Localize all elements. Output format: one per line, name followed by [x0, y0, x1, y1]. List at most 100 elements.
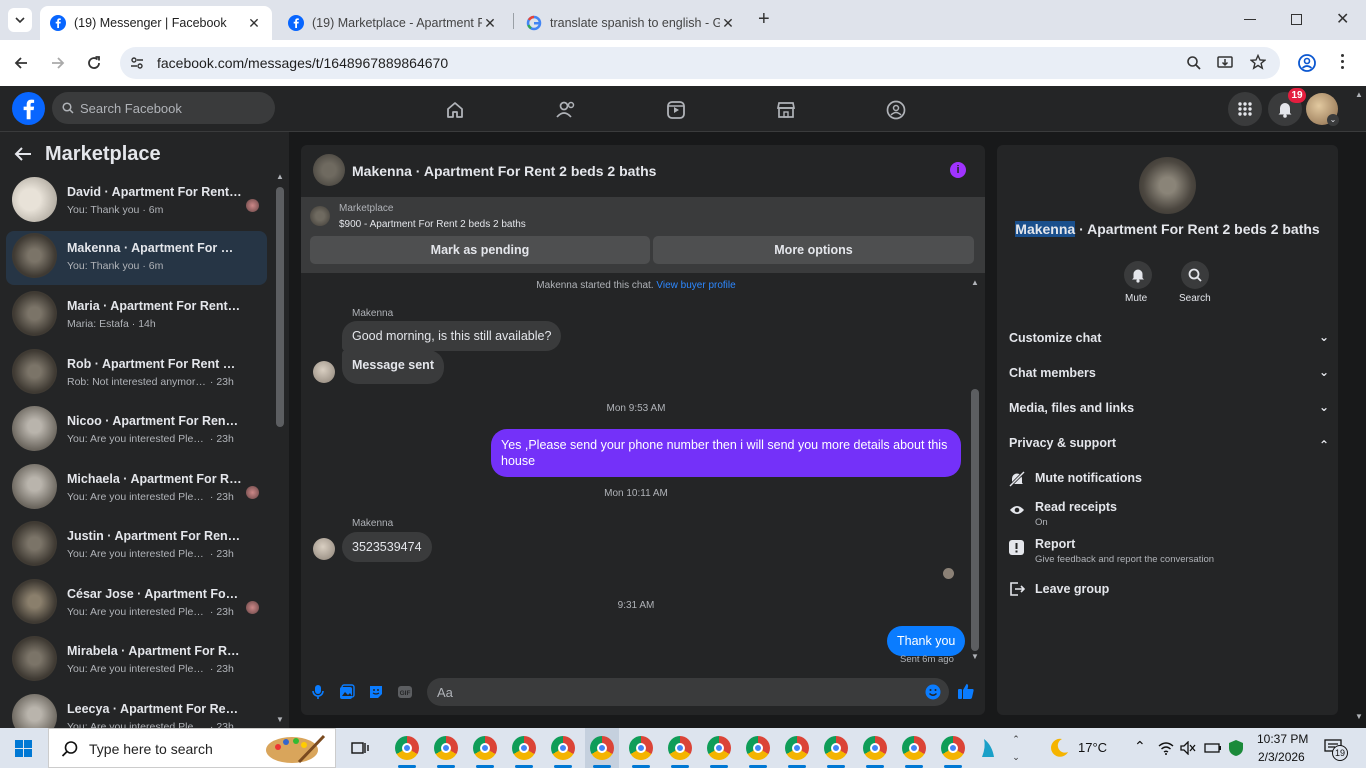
like-icon[interactable] — [957, 682, 975, 700]
sender-avatar[interactable] — [313, 538, 335, 560]
zoom-icon[interactable] — [1186, 55, 1202, 71]
profile-icon[interactable] — [1298, 54, 1316, 72]
bookmark-star-icon[interactable] — [1250, 54, 1266, 70]
wifi-icon[interactable] — [1158, 741, 1174, 755]
scroll-up-icon[interactable]: ▲ — [971, 278, 979, 287]
facebook-search[interactable]: Search Facebook — [52, 92, 275, 124]
microphone-icon[interactable] — [311, 684, 325, 700]
message-bubble-outgoing[interactable]: Thank you — [887, 626, 966, 656]
chrome-taskbar-icon[interactable] — [741, 728, 775, 768]
watch-icon[interactable] — [666, 100, 686, 120]
menu-button[interactable] — [1228, 92, 1262, 126]
mute-button[interactable] — [1124, 261, 1152, 289]
chrome-taskbar-icon[interactable] — [585, 728, 619, 768]
emoji-icon[interactable] — [925, 684, 941, 700]
friends-icon[interactable] — [555, 100, 577, 120]
chrome-taskbar-icon[interactable] — [897, 728, 931, 768]
chrome-taskbar-icon[interactable] — [936, 728, 970, 768]
clock-date[interactable]: 2/3/2026 — [1258, 750, 1305, 764]
close-window-button[interactable]: ✕ — [1336, 9, 1349, 29]
chrome-taskbar-icon[interactable] — [858, 728, 892, 768]
message-bubble-incoming[interactable]: Message sent — [342, 350, 444, 384]
conversation-item[interactable]: Nicoo · Apartment For Rent 2 b... You: Ar… — [6, 404, 267, 458]
section-chat-members[interactable]: Chat members ⌄ — [1009, 365, 1329, 380]
forward-icon[interactable] — [50, 55, 66, 71]
chrome-taskbar-icon[interactable] — [468, 728, 502, 768]
tab-marketplace[interactable]: (19) Marketplace - Apartment F ✕ — [278, 6, 508, 40]
windows-start-icon[interactable] — [15, 740, 32, 757]
reload-icon[interactable] — [86, 55, 102, 71]
conversation-list-scrollbar[interactable] — [276, 187, 284, 427]
message-input[interactable]: Aa — [427, 678, 949, 706]
page-scrollbar[interactable] — [1357, 92, 1363, 732]
clock-time[interactable]: 10:37 PM — [1257, 732, 1308, 746]
gif-icon[interactable]: GIF — [397, 684, 413, 700]
message-bubble-outgoing[interactable]: Yes ,Please send your phone number then … — [491, 429, 961, 477]
tab-list-button[interactable] — [8, 8, 32, 32]
leave-group-item[interactable]: Leave group — [1009, 581, 1329, 603]
chrome-taskbar-icon[interactable] — [702, 728, 736, 768]
conversation-item[interactable]: David · Apartment For Rent 2... You: Than… — [6, 175, 267, 229]
page-scroll-up-icon[interactable]: ▲ — [1355, 90, 1363, 99]
section-media-files-links[interactable]: Media, files and links ⌄ — [1009, 400, 1329, 415]
mute-notifications-item[interactable]: Mute notifications — [1009, 471, 1329, 493]
info-button[interactable]: i — [950, 162, 966, 178]
chrome-taskbar-icon[interactable] — [780, 728, 814, 768]
section-customize-chat[interactable]: Customize chat ⌄ — [1009, 330, 1329, 345]
task-view-icon[interactable] — [351, 740, 369, 756]
sender-avatar[interactable] — [313, 361, 335, 383]
close-tab-icon[interactable]: ✕ — [246, 15, 262, 32]
conversation-item[interactable]: Justin · Apartment For Rent 2 b... You: A… — [6, 519, 267, 573]
view-buyer-profile-link[interactable]: View buyer profile — [656, 280, 735, 291]
volume-muted-icon[interactable] — [1180, 741, 1196, 755]
photo-icon[interactable] — [339, 684, 355, 700]
chrome-taskbar-icon[interactable] — [507, 728, 541, 768]
groups-icon[interactable] — [886, 100, 906, 120]
listing-text[interactable]: $900 - Apartment For Rent 2 beds 2 baths — [339, 219, 526, 230]
restore-button[interactable] — [1291, 14, 1302, 25]
conversation-item[interactable]: Michaela · Apartment For Re... You: Are y… — [6, 462, 267, 516]
close-tab-icon[interactable]: ✕ — [482, 15, 498, 32]
marketplace-icon[interactable] — [776, 100, 796, 120]
listing-avatar-large[interactable] — [1139, 157, 1196, 214]
site-info-icon[interactable] — [130, 56, 144, 70]
omnibox[interactable]: facebook.com/messages/t/1648967889864670 — [120, 47, 1280, 79]
more-options-button[interactable]: More options — [653, 236, 974, 264]
scroll-down-icon[interactable]: ▼ — [971, 652, 979, 661]
conversation-item[interactable]: Rob · Apartment For Rent 2 bed... Rob: No… — [6, 347, 267, 401]
chrome-taskbar-icon[interactable] — [819, 728, 853, 768]
message-bubble-incoming[interactable]: 3523539474 — [342, 532, 432, 562]
close-tab-icon[interactable]: ✕ — [720, 15, 736, 32]
conversation-item[interactable]: Makenna · Apartment For Rent ... You: Tha… — [6, 231, 267, 285]
scroll-up-icon[interactable]: ▲ — [276, 172, 284, 181]
minimize-button[interactable] — [1244, 19, 1256, 20]
home-icon[interactable] — [445, 100, 465, 120]
search-conversation-button[interactable] — [1181, 261, 1209, 289]
signal-app-icon[interactable] — [978, 737, 998, 759]
weather-temp[interactable]: 17°C — [1078, 740, 1107, 755]
report-item[interactable]: Report Give feedback and report the conv… — [1009, 537, 1329, 569]
install-app-icon[interactable] — [1217, 55, 1233, 71]
chrome-taskbar-icon[interactable] — [663, 728, 697, 768]
notifications-button[interactable]: 19 — [1268, 88, 1306, 126]
section-privacy-support[interactable]: Privacy & support ⌃ — [1009, 436, 1329, 452]
tab-translate[interactable]: translate spanish to english - G ✕ — [516, 6, 746, 40]
message-bubble-incoming[interactable]: Good morning, is this still available? — [342, 321, 562, 351]
taskbar-overflow-scroll[interactable]: ⌃ ⌄ — [1010, 730, 1022, 766]
notification-center-button[interactable]: 19 — [1324, 739, 1348, 761]
conversation-item[interactable]: César Jose · Apartment For R... You: Are … — [6, 577, 267, 631]
sticker-icon[interactable] — [368, 684, 384, 700]
back-arrow-icon[interactable] — [14, 146, 32, 162]
chrome-taskbar-icon[interactable] — [429, 728, 463, 768]
browser-menu-icon[interactable] — [1341, 54, 1345, 72]
security-shield-icon[interactable] — [1228, 739, 1244, 757]
tab-messenger[interactable]: (19) Messenger | Facebook ✕ — [40, 6, 272, 40]
conversation-item[interactable]: Maria · Apartment For Rent 2 b... Maria: … — [6, 289, 267, 343]
chat-title[interactable]: Makenna · Apartment For Rent 2 beds 2 ba… — [352, 163, 656, 179]
scroll-down-icon[interactable]: ▼ — [276, 715, 284, 724]
chat-scrollbar[interactable] — [971, 389, 979, 651]
chrome-taskbar-icon[interactable] — [624, 728, 658, 768]
chrome-taskbar-icon[interactable] — [546, 728, 580, 768]
new-tab-button[interactable]: + — [758, 9, 770, 29]
taskbar-search[interactable]: Type here to search — [48, 728, 336, 768]
